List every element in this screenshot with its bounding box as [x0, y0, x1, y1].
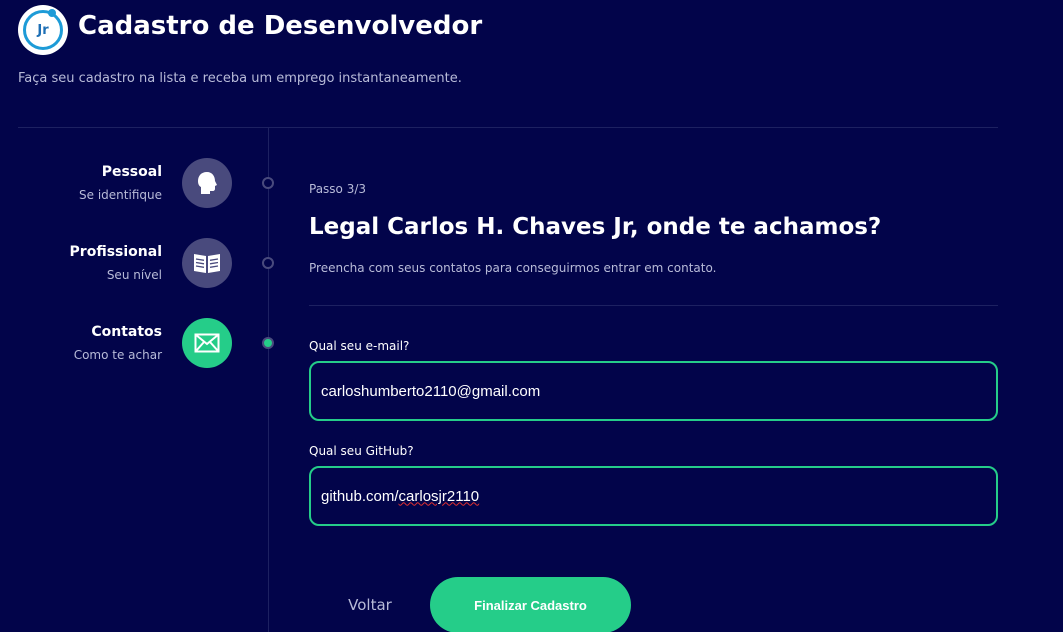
step-dot-active [262, 337, 274, 349]
book-icon [182, 238, 232, 288]
step-name: Pessoal [101, 164, 162, 180]
github-value-prefix: github.com/ [321, 487, 399, 505]
step-dot [262, 257, 274, 269]
logo-ring: Jr [23, 9, 63, 50]
email-label: Qual seu e-mail? [309, 339, 410, 353]
content-divider [309, 305, 998, 306]
logo-dot [48, 9, 56, 17]
step-desc: Se identifique [79, 188, 162, 202]
step-desc: Seu nível [106, 268, 162, 282]
step-contatos[interactable]: Contatos Como te achar [40, 318, 274, 368]
github-label: Qual seu GitHub? [309, 444, 414, 458]
step-hint: Preencha com seus contatos para consegui… [309, 261, 717, 275]
github-field[interactable]: github.com/carlosjr2110 [309, 466, 998, 526]
person-head-icon [182, 158, 232, 208]
email-field[interactable]: carloshumberto2110@gmail.com [309, 361, 998, 421]
step-profissional[interactable]: Profissional Seu nível [40, 238, 274, 288]
email-value: carloshumberto2110@gmail.com [321, 382, 541, 400]
step-desc: Como te achar [73, 348, 162, 362]
envelope-icon [182, 318, 232, 368]
step-name: Contatos [91, 324, 162, 340]
step-question: Legal Carlos H. Chaves Jr, onde te acham… [309, 214, 882, 240]
page-title: Cadastro de Desenvolvedor [78, 11, 483, 41]
step-name: Profissional [69, 244, 162, 260]
back-button[interactable]: Voltar [330, 590, 410, 620]
header-divider [18, 127, 998, 128]
github-value-user: carlosjr2110 [398, 487, 480, 505]
step-indicator: Passo 3/3 [309, 182, 367, 196]
page-subtitle: Faça seu cadastro na lista e receba um e… [18, 71, 462, 86]
finish-button[interactable]: Finalizar Cadastro [430, 577, 631, 632]
logo-text: Jr [37, 22, 49, 38]
step-pessoal[interactable]: Pessoal Se identifique [40, 158, 274, 208]
step-dot [262, 177, 274, 189]
logo: Jr [18, 5, 68, 55]
